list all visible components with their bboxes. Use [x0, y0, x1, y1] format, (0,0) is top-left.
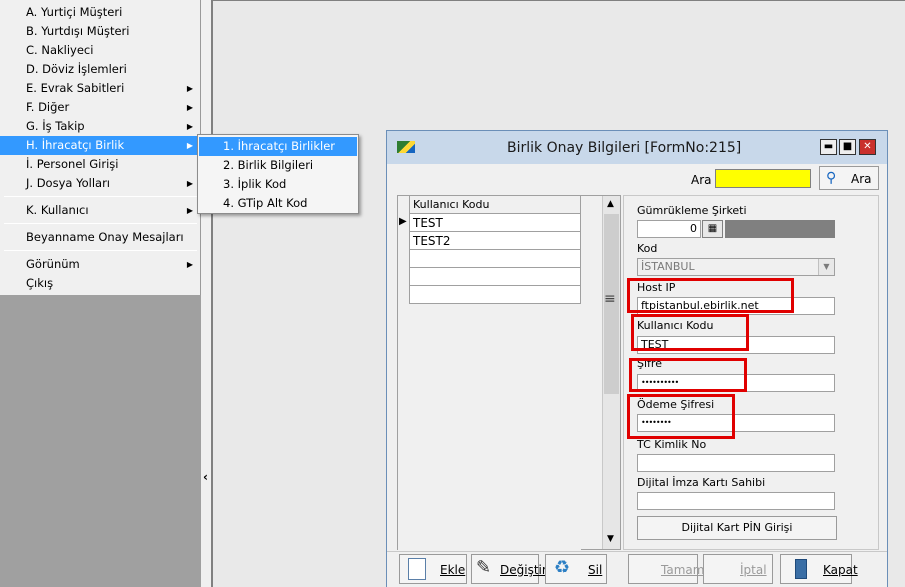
- highlight-odeme-sifresi: [627, 394, 735, 439]
- menu-separator: [4, 223, 197, 224]
- submenu-arrow-icon: ▶: [186, 103, 193, 112]
- recycle-bin-icon: ♻: [554, 557, 571, 578]
- menu-item-dosya-yollari[interactable]: J. Dosya Yolları ▶: [0, 174, 201, 193]
- form-title: Birlik Onay Bilgileri [FormNo:215]: [507, 140, 742, 156]
- menu-separator: [4, 196, 197, 197]
- menu-item-beyanname-onay[interactable]: Beyanname Onay Mesajları: [0, 228, 201, 247]
- menu-item-yurtici-musteri[interactable]: A. Yurtiçi Müşteri: [0, 3, 201, 22]
- submenu-arrow-icon: ▶: [186, 260, 193, 269]
- table-row[interactable]: TEST2: [398, 232, 580, 250]
- menu-item-personel-girisi[interactable]: İ. Personel Girişi: [0, 155, 201, 174]
- grid-body: Kullanıcı Kodu ▶ TEST TEST2: [398, 196, 581, 551]
- gumrukleme-label: Gümrükleme Şirketi: [637, 204, 747, 217]
- dijital-imza-label: Dijital İmza Kartı Sahibi: [637, 476, 766, 489]
- dijital-imza-input[interactable]: [637, 492, 835, 510]
- submenu-arrow-icon: ▶: [186, 122, 193, 131]
- submenu-item-iplik-kod[interactable]: 3. İplik Kod: [199, 175, 357, 194]
- kod-label: Kod: [637, 242, 658, 255]
- menu-item-ihracatci-birlik[interactable]: H. İhracatçı Birlik ▶: [0, 136, 201, 155]
- ekle-button[interactable]: Ekle: [399, 554, 467, 584]
- scroll-down-icon[interactable]: ▼: [607, 534, 614, 544]
- menu-item-doviz-islemleri[interactable]: D. Döviz İşlemleri: [0, 60, 201, 79]
- panel-splitter[interactable]: ‹: [201, 0, 212, 587]
- search-input[interactable]: [715, 169, 811, 188]
- menu-empty-area: [0, 295, 201, 587]
- grid-header-kullanici-kodu: Kullanıcı Kodu: [413, 198, 490, 211]
- grid-header[interactable]: Kullanıcı Kodu: [398, 196, 580, 214]
- menu-item-gorunum[interactable]: Görünüm ▶: [0, 255, 201, 274]
- birlik-onay-form: Birlik Onay Bilgileri [FormNo:215] ▬ ■ ✕…: [386, 130, 888, 587]
- menu-item-diger[interactable]: F. Diğer ▶: [0, 98, 201, 117]
- calculator-icon[interactable]: ▦: [702, 220, 723, 238]
- highlight-host-ip: [627, 278, 794, 313]
- collapse-arrow-icon[interactable]: ‹: [203, 470, 208, 484]
- sil-button[interactable]: ♻ Sil: [545, 554, 607, 584]
- magnifier-icon: ⚲: [826, 170, 837, 186]
- highlight-kullanici-kodu: [631, 314, 749, 351]
- highlight-sifre: [629, 358, 747, 392]
- table-row[interactable]: ▶ TEST: [398, 214, 580, 232]
- menu-item-cikis[interactable]: Çıkış: [0, 274, 201, 293]
- menu-item-kullanici[interactable]: K. Kullanıcı ▶: [0, 201, 201, 220]
- user-grid: Kullanıcı Kodu ▶ TEST TEST2 ▲ ▼: [397, 195, 621, 551]
- table-row[interactable]: [398, 268, 580, 286]
- search-button[interactable]: ⚲ Ara: [819, 166, 879, 190]
- edit-pen-icon: ✎: [476, 557, 492, 578]
- table-row[interactable]: [398, 286, 580, 304]
- menu-item-yurtdisi-musteri[interactable]: B. Yurtdışı Müşteri: [0, 22, 201, 41]
- dijital-kart-pin-button[interactable]: Dijital Kart PİN Girişi: [637, 516, 837, 540]
- iptal-button[interactable]: İptal: [703, 554, 773, 584]
- menu-item-nakliyeci[interactable]: C. Nakliyeci: [0, 41, 201, 60]
- menu-separator: [4, 250, 197, 251]
- close-button[interactable]: ✕: [859, 139, 876, 155]
- submenu-item-ihracatci-birlikler[interactable]: 1. İhracatçı Birlikler: [199, 137, 357, 156]
- submenu-item-birlik-bilgileri[interactable]: 2. Birlik Bilgileri: [199, 156, 357, 175]
- degistir-button[interactable]: ✎ Değiştir: [471, 554, 547, 584]
- tc-kimlik-label: TC Kimlik No: [637, 438, 707, 451]
- maximize-button[interactable]: ■: [839, 139, 856, 155]
- submenu-arrow-icon: ▶: [186, 179, 193, 188]
- submenu-arrow-icon: ▶: [186, 141, 193, 150]
- tamam-button[interactable]: Tamam: [628, 554, 704, 584]
- exit-door-icon: [795, 559, 807, 579]
- minimize-button[interactable]: ▬: [820, 139, 837, 155]
- gumrukleme-input[interactable]: 0: [637, 220, 701, 238]
- scroll-up-icon[interactable]: ▲: [607, 199, 614, 209]
- gumrukleme-name-display: [725, 220, 835, 238]
- menu-item-evrak-sabitleri[interactable]: E. Evrak Sabitleri ▶: [0, 79, 201, 98]
- table-row[interactable]: [398, 250, 580, 268]
- grid-splitter-grip-icon[interactable]: ≡: [604, 291, 616, 307]
- submenu-item-gtip-alt-kod[interactable]: 4. GTip Alt Kod: [199, 194, 357, 213]
- menu-item-is-takip[interactable]: G. İş Takip ▶: [0, 117, 201, 136]
- kod-select[interactable]: İSTANBUL ▼: [637, 258, 835, 276]
- current-row-icon: ▶: [399, 216, 407, 227]
- tc-kimlik-input[interactable]: [637, 454, 835, 472]
- chevron-down-icon[interactable]: ▼: [818, 259, 834, 275]
- app-logo-icon: [397, 141, 415, 153]
- search-label: Ara: [691, 173, 712, 187]
- ihracatci-birlik-submenu: 1. İhracatçı Birlikler 2. Birlik Bilgile…: [197, 134, 359, 214]
- form-titlebar[interactable]: Birlik Onay Bilgileri [FormNo:215] ▬ ■ ✕: [387, 131, 887, 164]
- submenu-arrow-icon: ▶: [186, 84, 193, 93]
- kapat-button[interactable]: Kapat: [780, 554, 858, 584]
- grid-scrollbar[interactable]: ▲ ▼: [602, 196, 620, 549]
- submenu-arrow-icon: ▶: [186, 206, 193, 215]
- new-document-icon: [408, 558, 426, 580]
